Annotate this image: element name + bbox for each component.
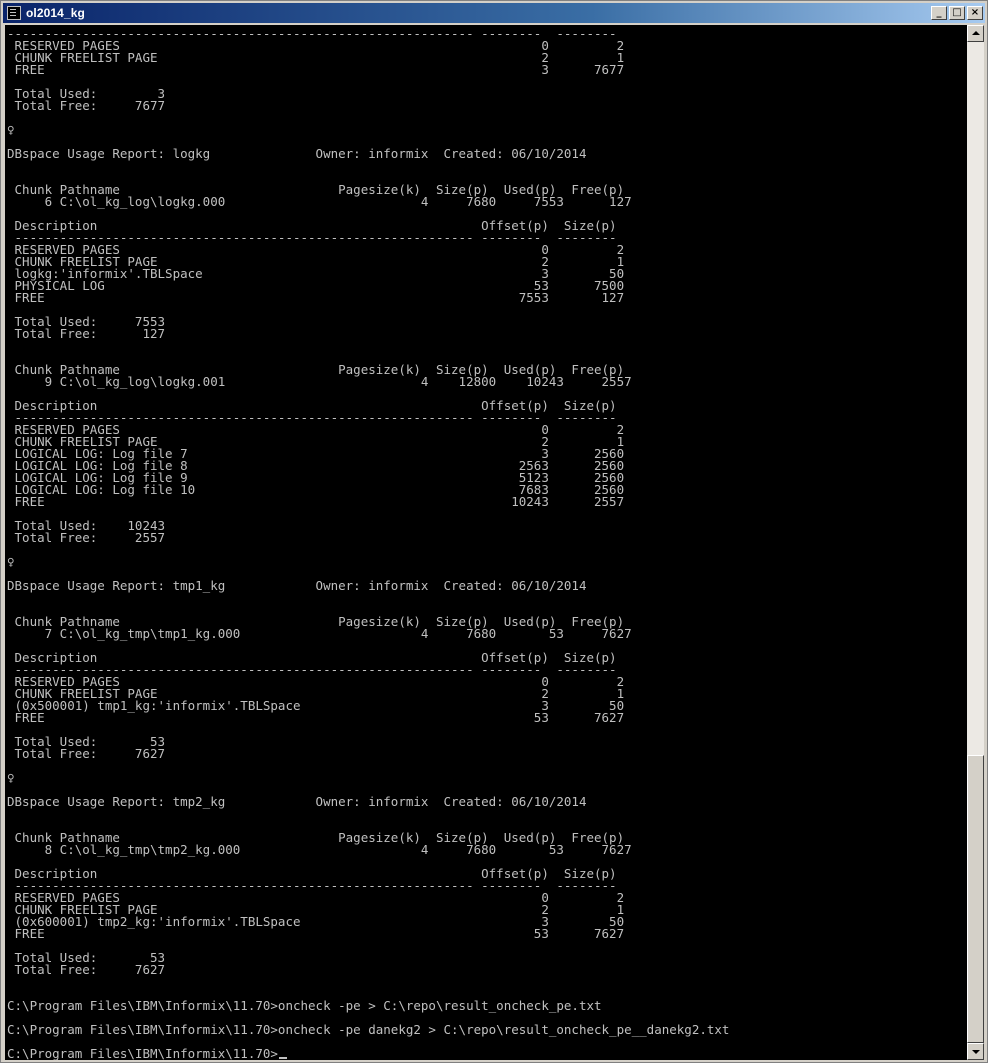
minimize-button[interactable]: _ [931, 6, 947, 20]
console-line: DBspace Usage Report: tmp1_kg Owner: inf… [7, 578, 587, 593]
console-line: FREE 53 7627 [7, 926, 625, 941]
window-title: ol2014_kg [26, 6, 85, 20]
console-line: DBspace Usage Report: tmp2_kg Owner: inf… [7, 794, 587, 809]
console-line: FREE 53 7627 [7, 710, 625, 725]
console-line: ♀ [7, 122, 15, 137]
text-cursor [278, 1057, 287, 1059]
console-line: 7 C:\ol_kg_tmp\tmp1_kg.000 4 7680 53 762… [7, 626, 632, 641]
console-line: ♀ [7, 770, 15, 785]
console-output[interactable]: ----------------------------------------… [5, 25, 967, 1060]
console-window: ol2014_kg _ □ × ------------------------… [0, 0, 988, 1063]
vertical-scrollbar[interactable] [967, 25, 984, 1060]
scroll-up-arrow-icon[interactable] [967, 25, 984, 42]
console-line: DBspace Usage Report: logkg Owner: infor… [7, 146, 587, 161]
command-prompt: C:\Program Files\IBM\Informix\11.70> [7, 1046, 278, 1060]
console-line: Total Free: 7677 [7, 98, 166, 113]
command-prompt-line[interactable]: C:\Program Files\IBM\Informix\11.70> [7, 1046, 287, 1060]
console-line: C:\Program Files\IBM\Informix\11.70>onch… [7, 998, 602, 1013]
console-line: FREE 10243 2557 [7, 494, 625, 509]
console-line: 6 C:\ol_kg_log\logkg.000 4 7680 7553 127 [7, 194, 632, 209]
console-line: Total Free: 7627 [7, 962, 166, 977]
console-line: Total Free: 127 [7, 326, 166, 341]
console-line: 8 C:\ol_kg_tmp\tmp2_kg.000 4 7680 53 762… [7, 842, 632, 857]
scroll-down-arrow-icon[interactable] [967, 1043, 984, 1060]
title-bar[interactable]: ol2014_kg _ □ × [3, 3, 985, 23]
scrollbar-thumb[interactable] [967, 755, 984, 1043]
console-window-icon[interactable] [7, 6, 21, 20]
close-button[interactable]: × [967, 6, 983, 20]
console-line: Total Free: 7627 [7, 746, 166, 761]
console-line: 9 C:\ol_kg_log\logkg.001 4 12800 10243 2… [7, 374, 632, 389]
console-line: FREE 3 7677 [7, 62, 625, 77]
maximize-button[interactable]: □ [949, 6, 965, 20]
console-line: ♀ [7, 554, 15, 569]
console-line: C:\Program Files\IBM\Informix\11.70>onch… [7, 1022, 730, 1037]
console-line: FREE 7553 127 [7, 290, 625, 305]
console-line: Total Free: 2557 [7, 530, 166, 545]
